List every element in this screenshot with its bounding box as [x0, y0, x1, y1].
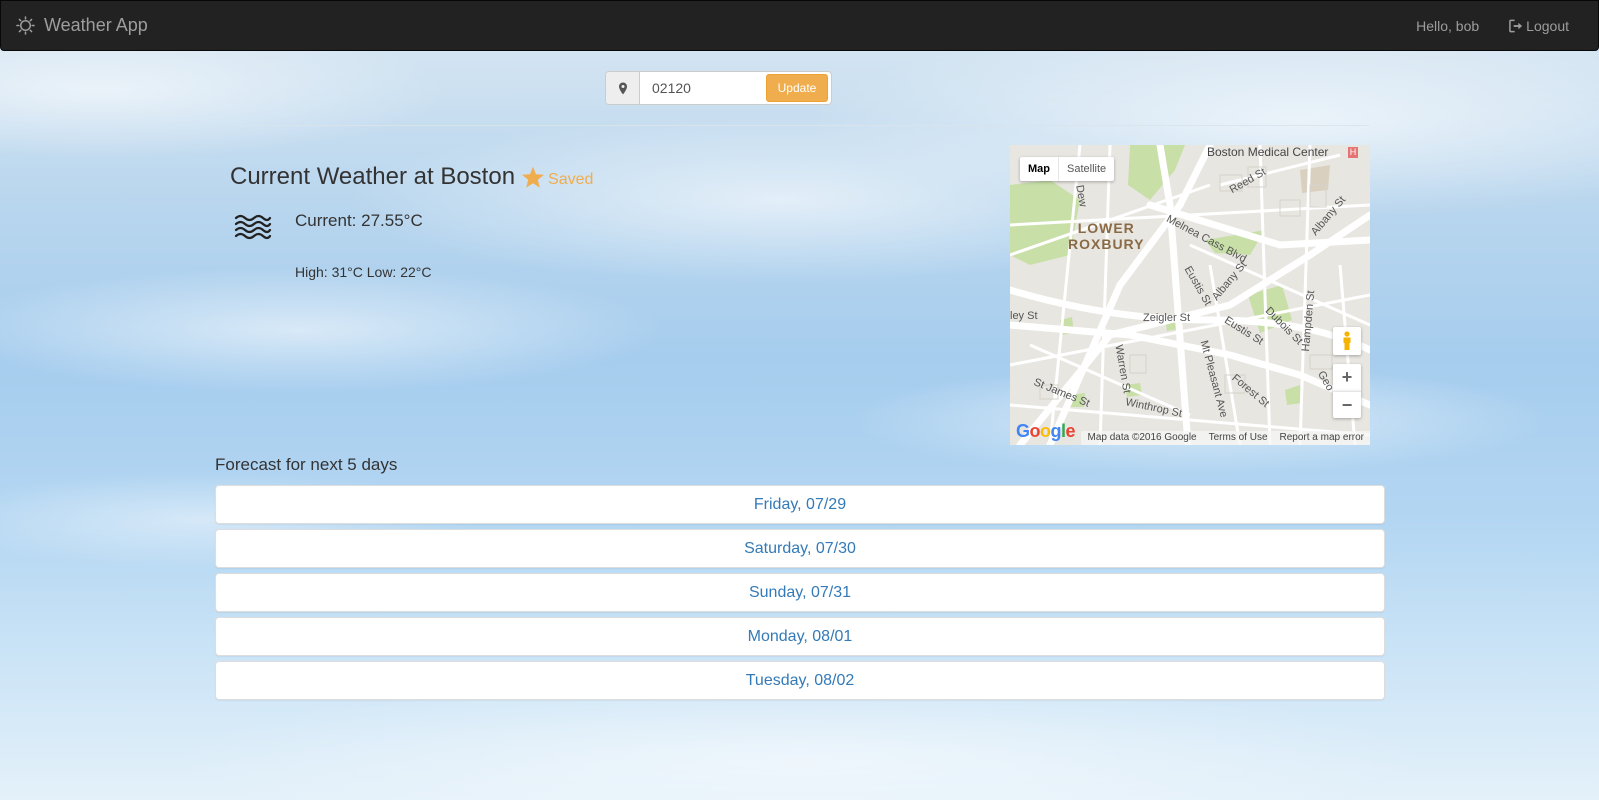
current-weather-header: Current Weather at Boston Saved — [230, 163, 593, 191]
forecast-day-panel[interactable]: Tuesday, 08/02 — [215, 661, 1385, 700]
map-type-satellite-button[interactable]: Satellite — [1058, 157, 1114, 181]
zip-input[interactable] — [640, 72, 768, 104]
report-map-error-link[interactable]: Report a map error — [1274, 431, 1370, 445]
forecast-day-label[interactable]: Tuesday, 08/02 — [746, 672, 855, 690]
forecast-title: Forecast for next 5 days — [215, 455, 398, 474]
forecast-list: Friday, 07/29 Saturday, 07/30 Sunday, 07… — [215, 485, 1385, 705]
pegman-icon[interactable] — [1333, 327, 1361, 355]
map-view[interactable]: Boston Medical Center H LOWER ROXBURY Me… — [1010, 145, 1370, 445]
logout-link[interactable]: Logout — [1509, 18, 1569, 34]
haze-wave-icon — [234, 214, 272, 240]
logout-label: Logout — [1526, 17, 1569, 34]
forecast-day-panel[interactable]: Monday, 08/01 — [215, 617, 1385, 656]
forecast-day-label[interactable]: Friday, 07/29 — [754, 496, 846, 514]
map-label-neighborhood-2: ROXBURY — [1068, 236, 1145, 252]
map-label-street: Zeigler St — [1143, 312, 1191, 324]
map-label-neighborhood: LOWER ROXBURY — [1068, 220, 1145, 252]
zip-search-group: Update — [605, 71, 832, 105]
forecast-day-panel[interactable]: Sunday, 07/31 — [215, 573, 1385, 612]
google-logo[interactable]: Google — [1016, 421, 1076, 442]
brand-link[interactable]: Weather App — [16, 15, 148, 36]
hospital-icon: H — [1348, 147, 1358, 158]
high-low-temperature: High: 31°C Low: 22°C — [295, 264, 432, 280]
divider — [230, 125, 1369, 126]
zoom-out-button[interactable]: − — [1333, 391, 1361, 418]
map-marker-icon — [618, 82, 627, 94]
sun-icon — [16, 16, 35, 35]
page-title: Current Weather at Boston — [230, 163, 516, 190]
user-greeting: Hello, bob — [1416, 17, 1480, 34]
navbar: Weather App Hello, bob Logout — [0, 0, 1599, 51]
forecast-day-panel[interactable]: Saturday, 07/30 — [215, 529, 1385, 568]
zoom-in-button[interactable]: + — [1333, 364, 1361, 391]
saved-label: Saved — [548, 171, 594, 188]
terms-of-use-link[interactable]: Terms of Use — [1203, 431, 1274, 445]
forecast-day-label[interactable]: Sunday, 07/31 — [749, 584, 851, 602]
update-button[interactable]: Update — [766, 74, 828, 102]
map-label-hospital: Boston Medical Center — [1207, 145, 1329, 159]
brand-title: Weather App — [44, 15, 148, 35]
map-type-control: Map Satellite — [1020, 157, 1115, 181]
map-label-neighborhood-1: LOWER — [1077, 220, 1135, 236]
logout-icon — [1509, 19, 1523, 32]
zip-addon — [606, 72, 640, 104]
map-type-map-button[interactable]: Map — [1020, 157, 1058, 181]
current-temperature: Current: 27.55°C — [295, 211, 423, 230]
forecast-day-label[interactable]: Saturday, 07/30 — [744, 540, 856, 558]
map-data-attribution: Map data ©2016 Google — [1087, 432, 1197, 443]
star-icon[interactable] — [521, 166, 545, 189]
map-attribution-bar: Map data ©2016 Google Terms of Use Repor… — [1081, 431, 1370, 445]
map-label-street: ley St — [1010, 310, 1038, 322]
forecast-day-label[interactable]: Monday, 08/01 — [748, 628, 853, 646]
forecast-day-panel[interactable]: Friday, 07/29 — [215, 485, 1385, 524]
